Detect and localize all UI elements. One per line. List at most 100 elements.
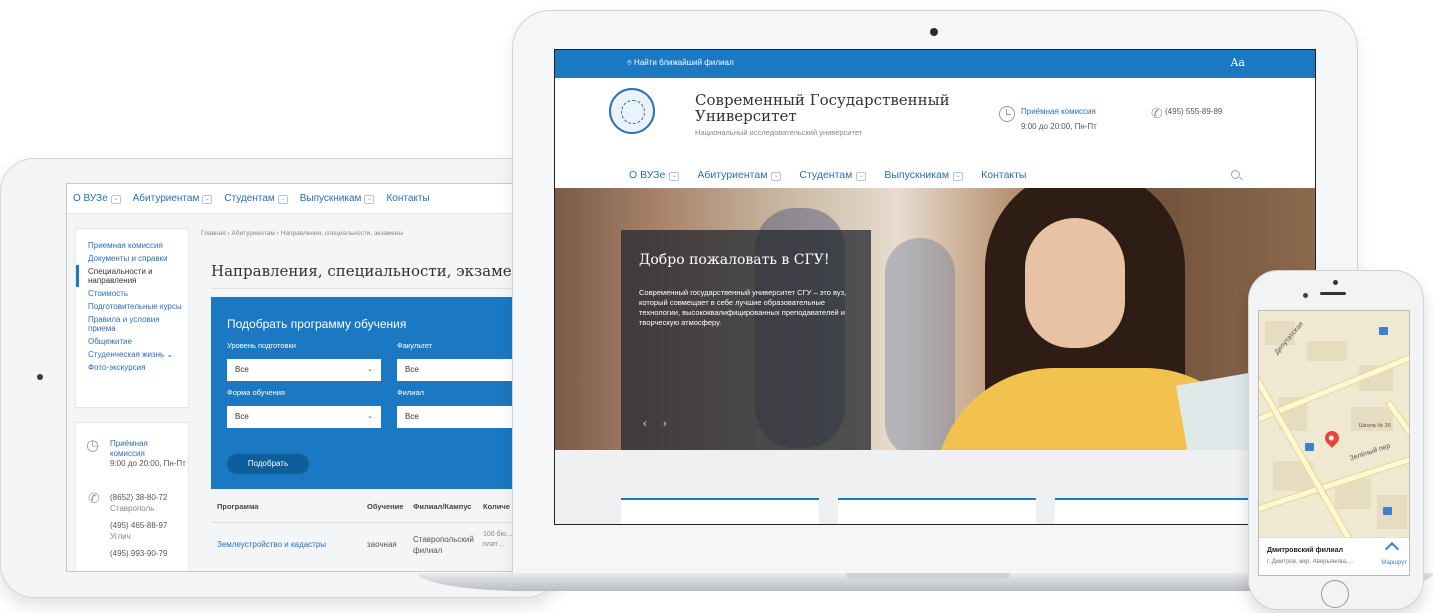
location-title: Дмитровский филиал [1267, 547, 1344, 554]
chevron-down-icon: ⌄ [367, 413, 373, 420]
bus-stop-icon[interactable] [1305, 443, 1314, 451]
phone-camera [1333, 280, 1338, 285]
admission-hours: 9:00 до 20:00, Пн-Пт [110, 459, 186, 468]
location-address: г. Дмитров, мкр. Аверьянова,… [1267, 559, 1354, 565]
chevron-down-icon: ⌄ [367, 366, 373, 373]
chevron-down-icon: ⌄ [953, 172, 964, 181]
branch-label: Филиал [397, 388, 425, 397]
sidebar-item-specialties[interactable]: Специальности и направления [76, 265, 188, 287]
font-size-toggle[interactable]: Aa [1230, 56, 1245, 69]
phone-city: Углич [110, 532, 131, 541]
sidebar-item-photo-tour[interactable]: Фото-экскурсия [76, 361, 188, 374]
sidebar-item-student-life[interactable]: Студенческая жизнь ⌄ [76, 348, 188, 361]
submit-filter-button[interactable]: Подобрать [227, 454, 309, 474]
map-view[interactable]: Депутатская Зелёный пер Школа № 26 Дмитр… [1258, 310, 1410, 576]
admission-hours: 9:00 до 20:00, Пн-Пт [1021, 122, 1097, 131]
nav-contacts[interactable]: Контакты [981, 169, 1026, 181]
tablet-camera [37, 374, 43, 380]
phone-number[interactable]: (495) 993-90-79 [110, 549, 167, 559]
hero-title: Добро пожаловать в СГУ! [639, 252, 830, 268]
level-select[interactable]: Все ⌄ [227, 359, 381, 381]
chevron-down-icon: ⌄ [166, 350, 174, 359]
chevron-down-icon: ⌄ [669, 172, 680, 181]
chevron-down-icon: ⌄ [856, 172, 867, 181]
branch-cell: Ставропольский филиал [413, 535, 474, 555]
phone-speaker [1320, 292, 1346, 295]
tablet-sidebar-menu: Приемная комиссия Документы и справки Сп… [75, 228, 189, 408]
tablet-nav-about[interactable]: О ВУЗе ⌄ [73, 193, 121, 204]
find-branch-link[interactable]: ⌾ Найти ближайший филиал [627, 58, 734, 68]
home-button[interactable] [1321, 580, 1349, 608]
school-label: Школа № 26 [1359, 423, 1391, 429]
phone-front-camera [1303, 293, 1308, 298]
university-emblem-logo[interactable] [609, 88, 655, 134]
laptop-notch [846, 573, 1010, 579]
info-card[interactable] [1055, 498, 1253, 524]
phone-number[interactable]: (495) 465-88-97 [110, 521, 167, 531]
phone-city: Ставрополь [110, 504, 155, 513]
hero-caption: Добро пожаловать в СГУ! Современный госу… [621, 230, 871, 450]
location-info-panel: Дмитровский филиал г. Дмитров, мкр. Авер… [1259, 537, 1409, 575]
column-header[interactable]: Количе [483, 502, 510, 511]
location-pin-icon: ⌾ [627, 58, 632, 67]
sidebar-item-cost[interactable]: Стоимость [76, 287, 188, 300]
search-icon[interactable] [1231, 170, 1240, 179]
sidebar-item-admission[interactable]: Приемная комиссия [76, 239, 188, 252]
page-title: Направления, специальности, экзамены [211, 262, 526, 280]
carousel-next-button[interactable]: › [663, 418, 667, 430]
route-icon[interactable] [1384, 541, 1400, 557]
column-header[interactable]: Программа [217, 502, 259, 511]
admission-label[interactable]: Приёмная комиссия [110, 439, 180, 459]
info-card[interactable] [621, 498, 819, 524]
info-card[interactable] [838, 498, 1036, 524]
street-label: Зелёный пер [1348, 442, 1392, 463]
clock-icon [999, 106, 1015, 122]
chevron-down-icon: ⌄ [110, 195, 121, 204]
sidebar-item-rules[interactable]: Правила и условия приема [76, 313, 188, 335]
phone-number[interactable]: (8652) 38-80-72 [110, 493, 167, 503]
laptop-camera [930, 28, 938, 36]
table-divider [211, 522, 525, 523]
sidebar-item-dormitory[interactable]: Общежитие [76, 335, 188, 348]
breadcrumb[interactable]: Главная › Абитуриентам › Направления, сп… [201, 230, 403, 237]
bus-stop-icon[interactable] [1383, 507, 1392, 515]
nav-students[interactable]: Студентам ⌄ [799, 169, 867, 181]
sidebar-item-documents[interactable]: Документы и справки [76, 252, 188, 265]
tablet-nav-graduates[interactable]: Выпускникам ⌄ [300, 193, 375, 204]
filter-title: Подобрать программу обучения [227, 317, 407, 331]
chevron-down-icon: ⌄ [771, 172, 782, 181]
tablet-nav-students[interactable]: Студентам ⌄ [224, 193, 288, 204]
laptop-screen: ⌾ Найти ближайший филиал Aa Современный … [554, 49, 1316, 525]
column-header[interactable]: Обучение [367, 502, 403, 511]
faculty-select[interactable]: Все [397, 359, 525, 381]
column-header[interactable]: Филиал/Кампус [413, 502, 471, 511]
title-divider [211, 288, 521, 289]
tablet-nav-contacts[interactable]: Контакты [386, 193, 429, 204]
sidebar-item-courses[interactable]: Подготовительные курсы [76, 300, 188, 313]
nav-applicants[interactable]: Абитуриентам ⌄ [697, 169, 782, 181]
nav-graduates[interactable]: Выпускникам ⌄ [884, 169, 964, 181]
carousel-prev-button[interactable]: ‹ [643, 418, 647, 430]
tablet-screen: О ВУЗе ⌄ Абитуриентам ⌄ Студентам ⌄ Выпускн… [66, 183, 526, 572]
branch-select[interactable]: Все [397, 406, 525, 428]
university-tagline: Национальный исследовательский университ… [695, 128, 863, 137]
hero-text: Современный государственный университет … [639, 288, 847, 327]
admission-link[interactable]: Приёмная комиссия [1021, 107, 1096, 116]
form-select[interactable]: Все ⌄ [227, 406, 381, 428]
chevron-down-icon: ⌄ [277, 195, 288, 204]
bus-stop-icon[interactable] [1379, 327, 1388, 335]
program-link[interactable]: Землеустройство и кадастры [217, 540, 326, 549]
top-bar: ⌾ Найти ближайший филиал Aa [555, 50, 1315, 78]
phone-number[interactable]: (495) 555-89-89 [1165, 107, 1222, 116]
location-marker-icon[interactable] [1322, 428, 1342, 448]
laptop-main-nav: О ВУЗе ⌄ Абитуриентам ⌄ Студентам ⌄ Выпускн… [629, 169, 1026, 181]
phone-icon: ✆ [88, 490, 100, 506]
program-filter-panel: Подобрать программу обучения Уровень под… [211, 297, 525, 489]
nav-about[interactable]: О ВУЗе ⌄ [629, 169, 680, 181]
chevron-down-icon: ⌄ [364, 195, 375, 204]
route-button[interactable]: Маршрут [1381, 560, 1407, 566]
form-label: Форма обучения [227, 388, 285, 397]
tablet-nav-applicants[interactable]: Абитуриентам ⌄ [133, 193, 213, 204]
clock-icon: ◷ [86, 437, 100, 454]
tablet-contacts-panel: ◷ Приёмная комиссия 9:00 до 20:00, Пн-Пт… [75, 422, 189, 571]
